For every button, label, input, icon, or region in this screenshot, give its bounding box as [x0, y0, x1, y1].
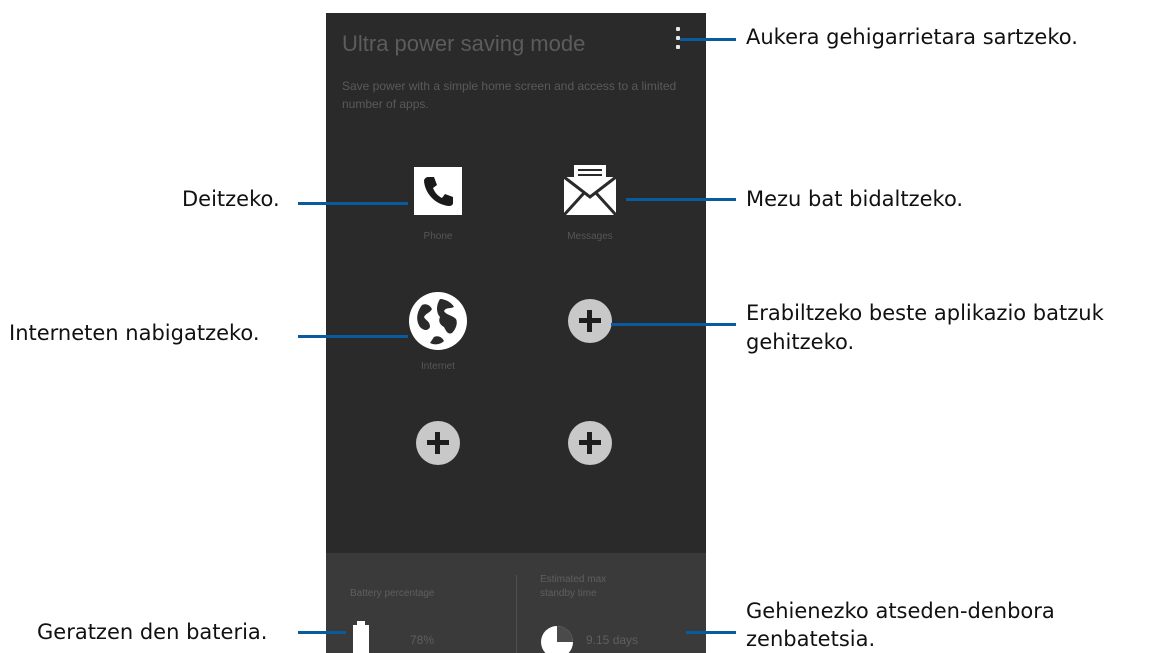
globe-icon: [408, 291, 468, 351]
standby-time-value: 9.15 days: [586, 633, 639, 647]
callout-standby-line2: zenbatetsia.: [746, 627, 876, 651]
app-label-internet: Internet: [421, 361, 455, 372]
add-app-slot[interactable]: [530, 291, 650, 401]
add-icon: [408, 413, 468, 473]
callout-add-apps-line1: Erabiltzeko beste aplikazio batzuk: [746, 301, 1104, 325]
app-label-messages: Messages: [567, 231, 613, 242]
callout-standby-line1: Gehienezko atseden-denbora: [746, 599, 1055, 623]
pie-chart-icon: [540, 625, 574, 653]
add-app-slot[interactable]: [378, 413, 498, 523]
add-icon: [560, 413, 620, 473]
ultra-power-saving-screen: Ultra power saving mode Save power with …: [326, 13, 706, 653]
app-internet[interactable]: Internet: [378, 291, 498, 401]
status-panel: Battery percentage 78% Estimated max sta…: [326, 553, 706, 653]
callout-options: Aukera gehigarrietara sartzeko.: [746, 25, 1078, 49]
standby-time-label-line2: standby time: [540, 588, 597, 599]
leader-line: [611, 323, 736, 326]
callout-battery: Geratzen den bateria.: [37, 620, 268, 644]
divider: [516, 575, 517, 653]
leader-line: [298, 335, 408, 338]
add-icon: [560, 291, 620, 351]
leader-line: [626, 198, 736, 201]
manual-figure: Ultra power saving mode Save power with …: [0, 0, 1151, 653]
leader-line: [298, 202, 408, 205]
app-phone[interactable]: Phone: [378, 161, 498, 271]
screen-description: Save power with a simple home screen and…: [342, 79, 677, 111]
app-messages[interactable]: Messages: [530, 161, 650, 271]
screen-title: Ultra power saving mode: [342, 31, 586, 56]
callout-internet: Interneten nabigatzeko.: [9, 321, 260, 345]
callout-call: Deitzeko.: [182, 187, 280, 211]
callout-add-apps-line2: gehitzeko.: [746, 330, 855, 354]
standby-time-label-line1: Estimated max: [540, 574, 607, 585]
leader-line: [680, 38, 736, 41]
battery-icon: [353, 621, 369, 653]
phone-icon: [408, 161, 468, 221]
battery-percentage-value: 78%: [410, 633, 435, 647]
add-app-slot[interactable]: [530, 413, 650, 523]
battery-percentage-label: Battery percentage: [350, 588, 435, 599]
app-label-phone: Phone: [423, 231, 453, 242]
envelope-icon: [560, 161, 620, 221]
leader-line: [298, 631, 346, 634]
leader-line: [686, 631, 736, 634]
callout-message: Mezu bat bidaltzeko.: [746, 187, 964, 211]
